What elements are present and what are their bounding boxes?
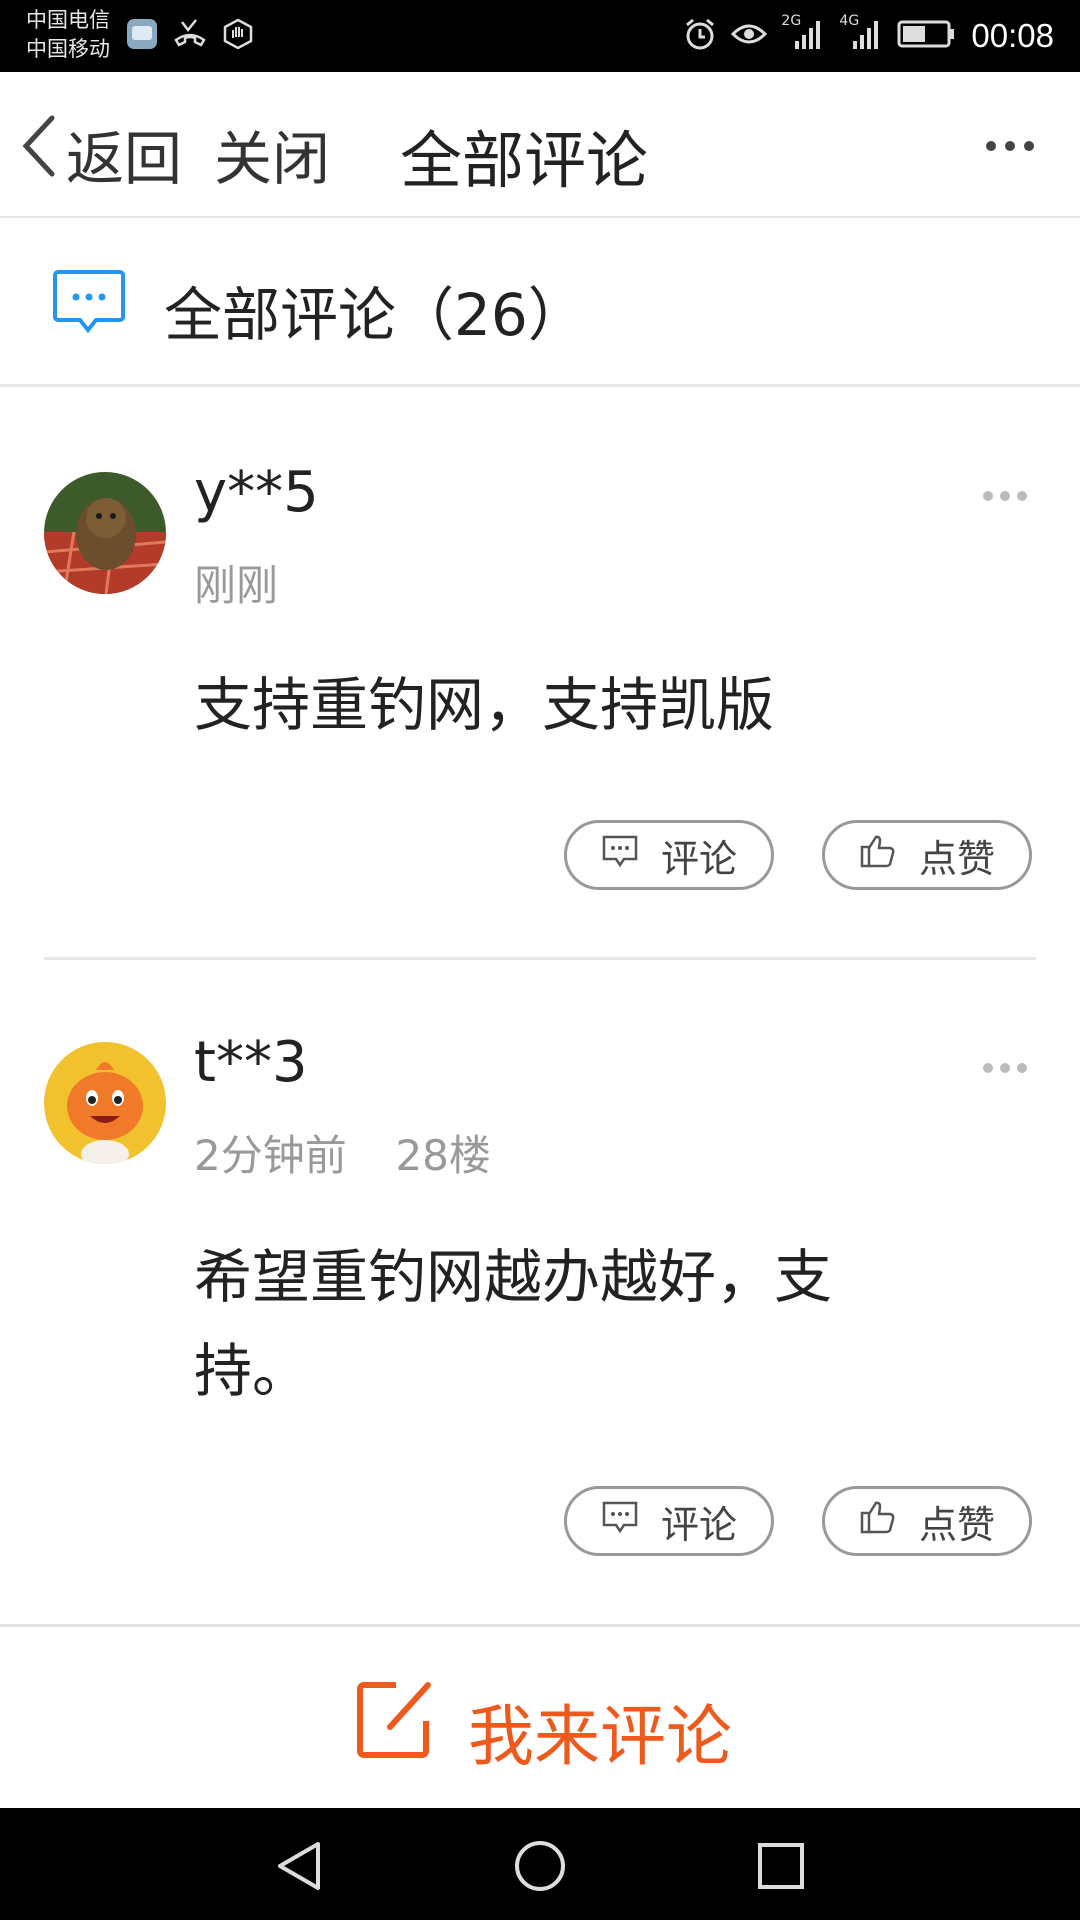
- alarm-icon: [683, 17, 717, 55]
- network-2: 4G: [839, 13, 860, 29]
- status-bar: 中国电信 中国移动 2G 4G 00:08: [0, 0, 1080, 72]
- page-title: 全部评论: [400, 124, 649, 197]
- comments-count-title: 全部评论（26）: [164, 281, 586, 349]
- comment-text: 支持重钓网，支持凯版: [194, 671, 775, 739]
- more-icon[interactable]: [982, 1060, 1028, 1079]
- close-button[interactable]: 关闭: [214, 112, 330, 196]
- more-icon[interactable]: [984, 138, 1036, 157]
- reply-label: 评论: [660, 836, 737, 881]
- thumbs-up-icon: [859, 1499, 897, 1544]
- app-icon: [126, 18, 158, 54]
- network-1: 2G: [781, 13, 802, 29]
- like-label: 点赞: [918, 836, 995, 881]
- comment-bubble-icon: [601, 1499, 639, 1543]
- write-comment-button[interactable]: 我来评论: [468, 1683, 732, 1779]
- carrier-info: 中国电信 中国移动: [26, 6, 110, 64]
- carrier-1: 中国电信: [26, 8, 110, 32]
- missed-call-icon: [172, 18, 208, 54]
- edit-icon: [356, 1679, 436, 1765]
- comment-time: 2分钟前 28楼: [194, 1122, 491, 1183]
- username[interactable]: t**3: [194, 1030, 308, 1095]
- carrier-2: 中国移动: [26, 37, 110, 61]
- system-navigation-bar: [0, 1808, 1080, 1920]
- like-button[interactable]: 点赞: [822, 820, 1032, 890]
- reply-label: 评论: [660, 1502, 737, 1547]
- like-button[interactable]: 点赞: [822, 1486, 1032, 1556]
- chat-bubble-icon: [52, 268, 126, 342]
- comment-bubble-icon: [601, 833, 639, 877]
- comments-header: 全部评论（26）: [0, 218, 1080, 387]
- back-triangle-icon[interactable]: [270, 1838, 330, 1898]
- reply-button[interactable]: 评论: [564, 820, 774, 890]
- signal-icon: 2G: [781, 13, 825, 55]
- comment-time-text: 2分钟前: [194, 1131, 347, 1180]
- hand-icon: [222, 18, 254, 54]
- more-icon[interactable]: [982, 488, 1028, 507]
- back-button[interactable]: 返回: [66, 112, 182, 196]
- comment-time: 刚刚: [194, 561, 279, 610]
- username[interactable]: y**5: [194, 460, 319, 525]
- eye-icon: [731, 19, 768, 53]
- avatar[interactable]: [44, 472, 166, 594]
- battery-icon: [897, 19, 957, 53]
- home-circle-icon[interactable]: [510, 1838, 570, 1898]
- floor-number: 28楼: [395, 1131, 491, 1180]
- divider: [44, 957, 1036, 960]
- signal-icon: 4G: [839, 13, 883, 55]
- clock: 00:08: [971, 17, 1054, 54]
- thumbs-up-icon: [859, 833, 897, 878]
- recents-square-icon[interactable]: [750, 1838, 810, 1898]
- comment-text: 希望重钓网越办越好，支持。: [194, 1243, 833, 1405]
- navigation-bar: 返回 关闭 全部评论: [0, 72, 1080, 218]
- back-arrow-icon[interactable]: [18, 114, 58, 182]
- write-comment-bar[interactable]: 我来评论: [0, 1624, 1080, 1811]
- like-label: 点赞: [918, 1502, 995, 1547]
- avatar[interactable]: [44, 1042, 166, 1164]
- reply-button[interactable]: 评论: [564, 1486, 774, 1556]
